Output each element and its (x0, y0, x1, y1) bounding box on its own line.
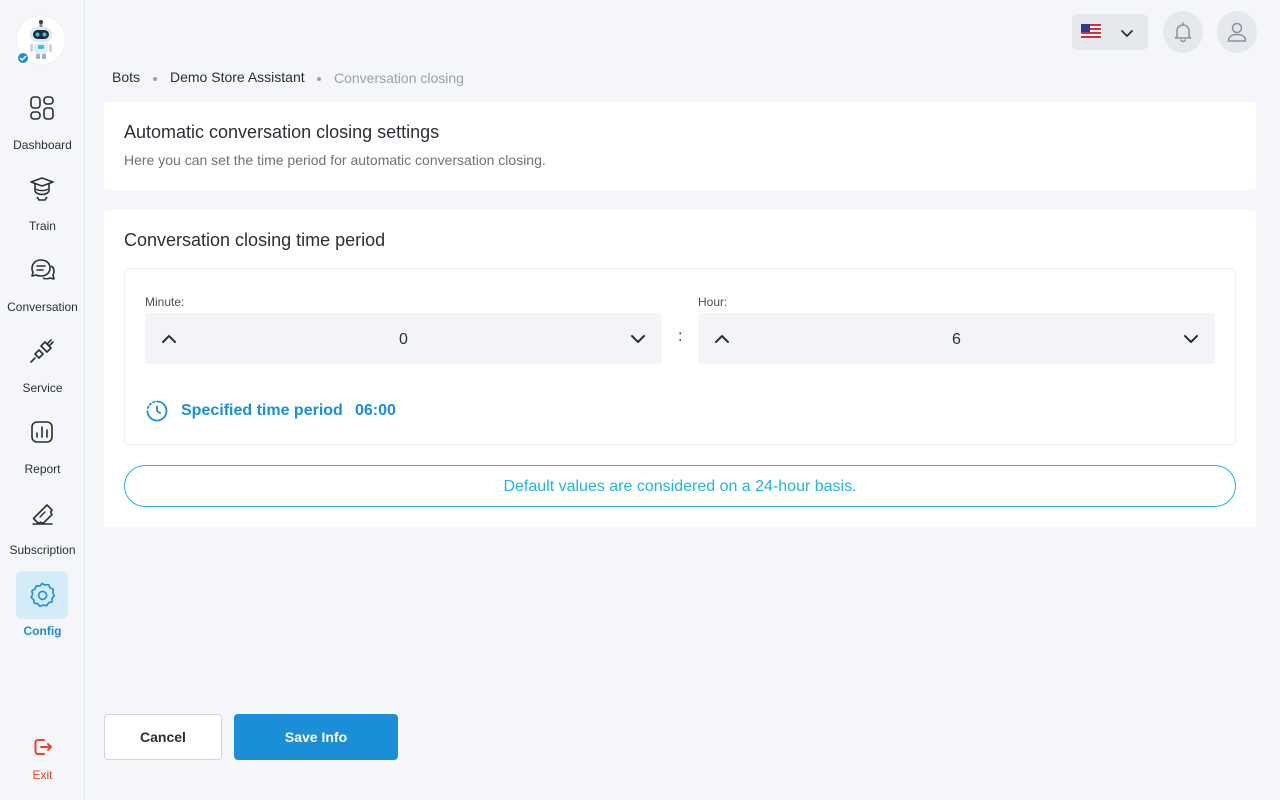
breadcrumb-item-bots[interactable]: Bots (112, 69, 140, 85)
sidebar-item-label: Service (22, 381, 63, 395)
sidebar-item-label: Dashboard (13, 138, 72, 152)
language-selector[interactable] (1072, 14, 1148, 50)
section-title: Conversation closing time period (124, 230, 386, 250)
sidebar-item-exit[interactable]: Exit (0, 734, 85, 784)
sidebar-item-label: Subscription (9, 543, 76, 557)
sidebar-item-train[interactable]: Train (0, 173, 85, 237)
exit-label: Exit (32, 768, 53, 782)
us-flag-icon (1081, 24, 1101, 38)
cancel-button[interactable]: Cancel (104, 714, 222, 760)
hour-stepper[interactable]: 6 (698, 313, 1215, 364)
chat-icon (31, 259, 55, 280)
hour-label: Hour: (698, 295, 728, 309)
profile-button[interactable] (1217, 11, 1257, 53)
breadcrumb-separator (317, 77, 321, 81)
settings-header-card: Automatic conversation closing settings … (104, 102, 1256, 190)
sidebar-item-label: Conversation (7, 300, 78, 314)
minute-stepper[interactable]: 0 (145, 313, 662, 364)
specified-time-value: 06:00 (355, 402, 396, 419)
time-picker-panel: Minute: 0 : Hour: 6 Specified time perio… (124, 268, 1236, 445)
ticket-icon (32, 504, 53, 525)
minute-value[interactable]: 0 (145, 331, 662, 349)
verified-badge-icon (16, 51, 30, 65)
time-separator: : (678, 328, 683, 345)
bell-icon (1174, 22, 1192, 43)
time-period-card: Conversation closing time period Minute:… (104, 210, 1256, 527)
hour-value[interactable]: 6 (698, 331, 1215, 349)
sidebar-item-conversation[interactable]: Conversation (0, 254, 85, 318)
chevron-down-icon[interactable] (628, 329, 648, 349)
breadcrumb-item-bot[interactable]: Demo Store Assistant (170, 69, 305, 85)
sidebar: Dashboard Train Conversation Service Rep… (0, 0, 85, 800)
sidebar-item-service[interactable]: Service (0, 335, 85, 399)
sidebar-item-report[interactable]: Report (0, 416, 85, 480)
logout-icon (34, 739, 52, 755)
sidebar-item-config[interactable]: Config (0, 571, 85, 641)
page-description: Here you can set the time period for aut… (124, 152, 546, 168)
gear-icon (30, 582, 56, 608)
sidebar-item-subscription[interactable]: Subscription (0, 497, 85, 561)
breadcrumb-item-current: Conversation closing (334, 70, 464, 86)
sidebar-item-label: Config (23, 624, 62, 638)
dashboard-icon (30, 96, 54, 120)
user-icon (1227, 22, 1247, 42)
save-button[interactable]: Save Info (234, 714, 398, 760)
specified-time-label: Specified time period (181, 402, 343, 419)
clock-icon (146, 400, 168, 422)
chart-icon (31, 421, 53, 443)
minute-label: Minute: (145, 295, 185, 309)
page-title: Automatic conversation closing settings (124, 122, 440, 142)
sidebar-item-label: Report (24, 462, 61, 476)
sidebar-item-label: Train (29, 219, 56, 233)
chevron-down-icon (1121, 30, 1133, 37)
info-note: Default values are considered on a 24-ho… (124, 465, 1236, 507)
chevron-down-icon[interactable] (1181, 329, 1201, 349)
notifications-button[interactable] (1163, 11, 1203, 53)
plug-icon (30, 339, 54, 363)
breadcrumb-separator (153, 77, 157, 81)
graduation-cap-icon (30, 177, 54, 201)
sidebar-item-dashboard[interactable]: Dashboard (0, 92, 85, 156)
